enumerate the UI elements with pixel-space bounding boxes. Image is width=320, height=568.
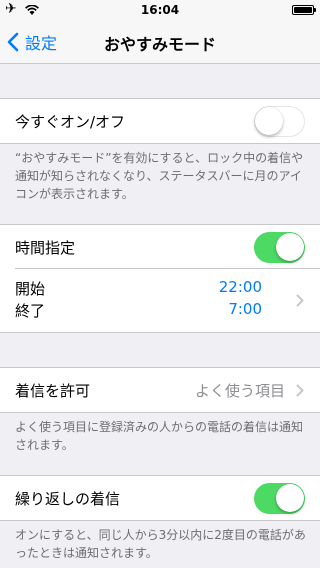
start-time: 22:00: [218, 278, 262, 296]
divider: [0, 520, 320, 521]
repeated-calls-footer: オンにすると、同じ人から3分以内に2度目の電話があったときは通知されます。: [15, 528, 306, 560]
allow-calls-label: 着信を許可: [15, 382, 91, 400]
end-time: 7:00: [228, 300, 262, 318]
scheduled-toggle[interactable]: [254, 232, 305, 263]
divider: [0, 143, 320, 144]
page-title: おやすみモード: [103, 35, 216, 54]
allow-calls-footer: よく使う項目に登録済みの人からの電話の着信は通知されます。: [15, 420, 304, 452]
start-label: 開始: [15, 280, 46, 298]
navigation-bar: 設定 おやすみモード: [0, 20, 320, 64]
chevron-right-icon: [296, 294, 304, 307]
schedule-time-row[interactable]: 開始 終了 22:00 7:00: [0, 269, 320, 332]
status-bar: ✈ 16:04: [0, 0, 320, 20]
divider: [0, 412, 320, 413]
allow-calls-row[interactable]: 着信を許可 よく使う項目: [0, 368, 320, 412]
repeated-calls-toggle[interactable]: [254, 483, 305, 514]
manual-label: 今すぐオン/オフ: [15, 113, 126, 131]
manual-toggle[interactable]: [254, 106, 305, 137]
manual-footer: “おやすみモード”を有効にすると、ロック中の着信や通知が知らされなくなり、ステー…: [15, 151, 304, 201]
divider: [0, 332, 320, 333]
scheduled-toggle-row: 時間指定: [0, 225, 320, 269]
status-time: 16:04: [140, 3, 180, 17]
repeated-calls-row: 繰り返しの着信: [0, 476, 320, 520]
battery-icon: [292, 5, 316, 15]
manual-toggle-row: 今すぐオン/オフ: [0, 99, 320, 143]
allow-calls-value: よく使う項目: [194, 382, 285, 400]
scheduled-label: 時間指定: [15, 239, 76, 257]
end-label: 終了: [15, 302, 46, 320]
chevron-right-icon: [296, 384, 304, 397]
repeated-calls-label: 繰り返しの着信: [15, 490, 121, 508]
